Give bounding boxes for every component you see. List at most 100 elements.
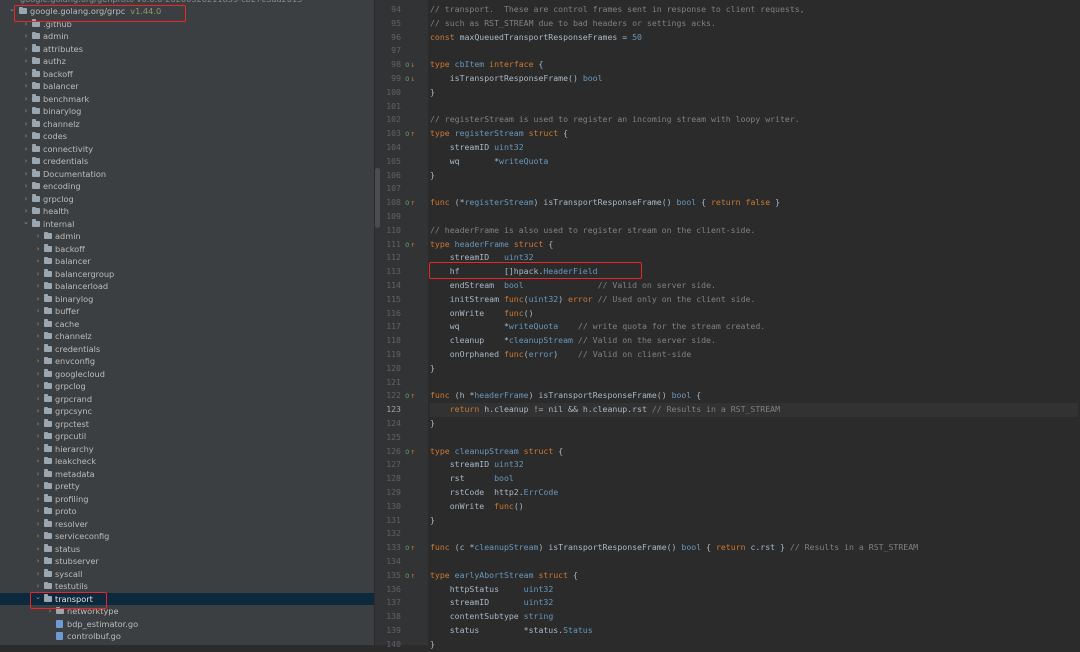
- code-line[interactable]: type cbItem interface {: [430, 58, 1078, 72]
- tree-item-controlbuf-go[interactable]: controlbuf.go: [0, 630, 374, 643]
- code-line[interactable]: onWrite func(): [430, 500, 1078, 514]
- chevron-right-icon[interactable]: ›: [34, 455, 42, 468]
- code-line[interactable]: func (*registerStream) isTransportRespon…: [430, 196, 1078, 210]
- tree-item-grpctest[interactable]: › grpctest: [0, 418, 374, 431]
- tree-item-bdp-estimator-go[interactable]: bdp_estimator.go: [0, 618, 374, 631]
- chevron-right-icon[interactable]: ›: [22, 68, 30, 81]
- code-line[interactable]: const maxQueuedTransportResponseFrames =…: [430, 31, 1078, 45]
- chevron-right-icon[interactable]: ›: [34, 230, 42, 243]
- code-line[interactable]: status *status.Status: [430, 624, 1078, 638]
- code-line[interactable]: httpStatus uint32: [430, 583, 1078, 597]
- tree-item-testutils[interactable]: › testutils: [0, 580, 374, 593]
- chevron-right-icon[interactable]: ›: [22, 55, 30, 68]
- code-line[interactable]: [430, 182, 1078, 196]
- code-line[interactable]: }: [430, 362, 1078, 376]
- code-line[interactable]: }: [430, 514, 1078, 528]
- code-line[interactable]: streamID uint32: [430, 458, 1078, 472]
- chevron-right-icon[interactable]: ›: [34, 480, 42, 493]
- tree-item-benchmark[interactable]: › benchmark: [0, 93, 374, 106]
- tree-item-proto[interactable]: › proto: [0, 505, 374, 518]
- tree-item-leakcheck[interactable]: › leakcheck: [0, 455, 374, 468]
- tree-item-backoff[interactable]: › backoff: [0, 243, 374, 256]
- chevron-right-icon[interactable]: ›: [34, 493, 42, 506]
- tree-item-serviceconfig[interactable]: › serviceconfig: [0, 530, 374, 543]
- tree-item-profiling[interactable]: › profiling: [0, 493, 374, 506]
- tree-item-syscall[interactable]: › syscall: [0, 568, 374, 581]
- chevron-right-icon[interactable]: ›: [34, 368, 42, 381]
- chevron-right-icon[interactable]: ›: [34, 330, 42, 343]
- code-line[interactable]: }: [430, 417, 1078, 431]
- code-line-current[interactable]: return h.cleanup != nil && h.cleanup.rst…: [430, 403, 1078, 417]
- chevron-right-icon[interactable]: ›: [34, 380, 42, 393]
- code-line[interactable]: [430, 100, 1078, 114]
- code-line[interactable]: [430, 431, 1078, 445]
- code-line[interactable]: rstCode http2.ErrCode: [430, 486, 1078, 500]
- chevron-right-icon[interactable]: ›: [34, 505, 42, 518]
- code-line[interactable]: }: [430, 169, 1078, 183]
- chevron-right-icon[interactable]: ›: [34, 255, 42, 268]
- chevron-right-icon[interactable]: ›: [34, 405, 42, 418]
- implements-gutter-icon[interactable]: o↓: [405, 72, 415, 86]
- chevron-right-icon[interactable]: ›: [22, 43, 30, 56]
- code-line[interactable]: [430, 210, 1078, 224]
- tree-item-grpcsync[interactable]: › grpcsync: [0, 405, 374, 418]
- chevron-right-icon[interactable]: ›: [22, 80, 30, 93]
- code-line[interactable]: onWrite func(): [430, 307, 1078, 321]
- implements-gutter-icon[interactable]: o↑: [405, 127, 415, 141]
- tree-item-credentials[interactable]: › credentials: [0, 343, 374, 356]
- tree-item-health[interactable]: › health: [0, 205, 374, 218]
- code-line[interactable]: cleanup *cleanupStream // Valid on the s…: [430, 334, 1078, 348]
- chevron-right-icon[interactable]: ›: [34, 393, 42, 406]
- tree-item-binarylog[interactable]: › binarylog: [0, 293, 374, 306]
- chevron-right-icon[interactable]: ›: [34, 268, 42, 281]
- tree-item-hierarchy[interactable]: › hierarchy: [0, 443, 374, 456]
- tree-item-stubserver[interactable]: › stubserver: [0, 555, 374, 568]
- code-line[interactable]: type cleanupStream struct {: [430, 445, 1078, 459]
- chevron-right-icon[interactable]: ›: [34, 468, 42, 481]
- tree-item-pretty[interactable]: › pretty: [0, 480, 374, 493]
- code-line[interactable]: contentSubtype string: [430, 610, 1078, 624]
- chevron-right-icon[interactable]: ›: [34, 418, 42, 431]
- chevron-right-icon[interactable]: ›: [34, 243, 42, 256]
- code-line[interactable]: endStream bool // Valid on server side.: [430, 279, 1078, 293]
- chevron-right-icon[interactable]: ›: [22, 180, 30, 193]
- code-line[interactable]: wq *writeQuota // write quota for the st…: [430, 320, 1078, 334]
- tree-item-documentation[interactable]: › Documentation: [0, 168, 374, 181]
- chevron-right-icon[interactable]: ›: [22, 168, 30, 181]
- tree-item-binarylog[interactable]: › binarylog: [0, 105, 374, 118]
- tree-item-balancer[interactable]: › balancer: [0, 255, 374, 268]
- chevron-right-icon[interactable]: ›: [34, 305, 42, 318]
- code-line[interactable]: type headerFrame struct {: [430, 238, 1078, 252]
- tree-item-grpcutil[interactable]: › grpcutil: [0, 430, 374, 443]
- tree-item-attributes[interactable]: › attributes: [0, 43, 374, 56]
- chevron-right-icon[interactable]: ›: [34, 318, 42, 331]
- tree-item-envconfig[interactable]: › envconfig: [0, 355, 374, 368]
- tree-scrollbar-thumb[interactable]: [375, 168, 380, 228]
- code-line[interactable]: type earlyAbortStream struct {: [430, 569, 1078, 583]
- tree-item-grpcrand[interactable]: › grpcrand: [0, 393, 374, 406]
- chevron-right-icon[interactable]: ›: [34, 543, 42, 556]
- chevron-right-icon[interactable]: ›: [34, 555, 42, 568]
- tree-item-channelz[interactable]: › channelz: [0, 118, 374, 131]
- tree-item-admin[interactable]: › admin: [0, 230, 374, 243]
- tree-item-balancer[interactable]: › balancer: [0, 80, 374, 93]
- tree-item-grpclog[interactable]: › grpclog: [0, 380, 374, 393]
- implements-gutter-icon[interactable]: o↑: [405, 389, 415, 403]
- code-line[interactable]: streamID uint32: [430, 141, 1078, 155]
- tree-item-encoding[interactable]: › encoding: [0, 180, 374, 193]
- tree-item-grpclog[interactable]: › grpclog: [0, 193, 374, 206]
- chevron-right-icon[interactable]: ›: [34, 568, 42, 581]
- chevron-right-icon[interactable]: ›: [34, 280, 42, 293]
- chevron-right-icon[interactable]: ›: [22, 143, 30, 156]
- code-line[interactable]: // registerStream is used to register an…: [430, 113, 1078, 127]
- code-line[interactable]: [430, 376, 1078, 390]
- tree-item-balancerload[interactable]: › balancerload: [0, 280, 374, 293]
- code-line[interactable]: streamID uint32: [430, 596, 1078, 610]
- tree-item-credentials[interactable]: › credentials: [0, 155, 374, 168]
- code-line[interactable]: rst bool: [430, 472, 1078, 486]
- chevron-right-icon[interactable]: ›: [34, 518, 42, 531]
- chevron-right-icon[interactable]: ›: [34, 355, 42, 368]
- tree-item-cache[interactable]: › cache: [0, 318, 374, 331]
- code-line[interactable]: initStream func(uint32) error // Used on…: [430, 293, 1078, 307]
- code-line[interactable]: onOrphaned func(error) // Valid on clien…: [430, 348, 1078, 362]
